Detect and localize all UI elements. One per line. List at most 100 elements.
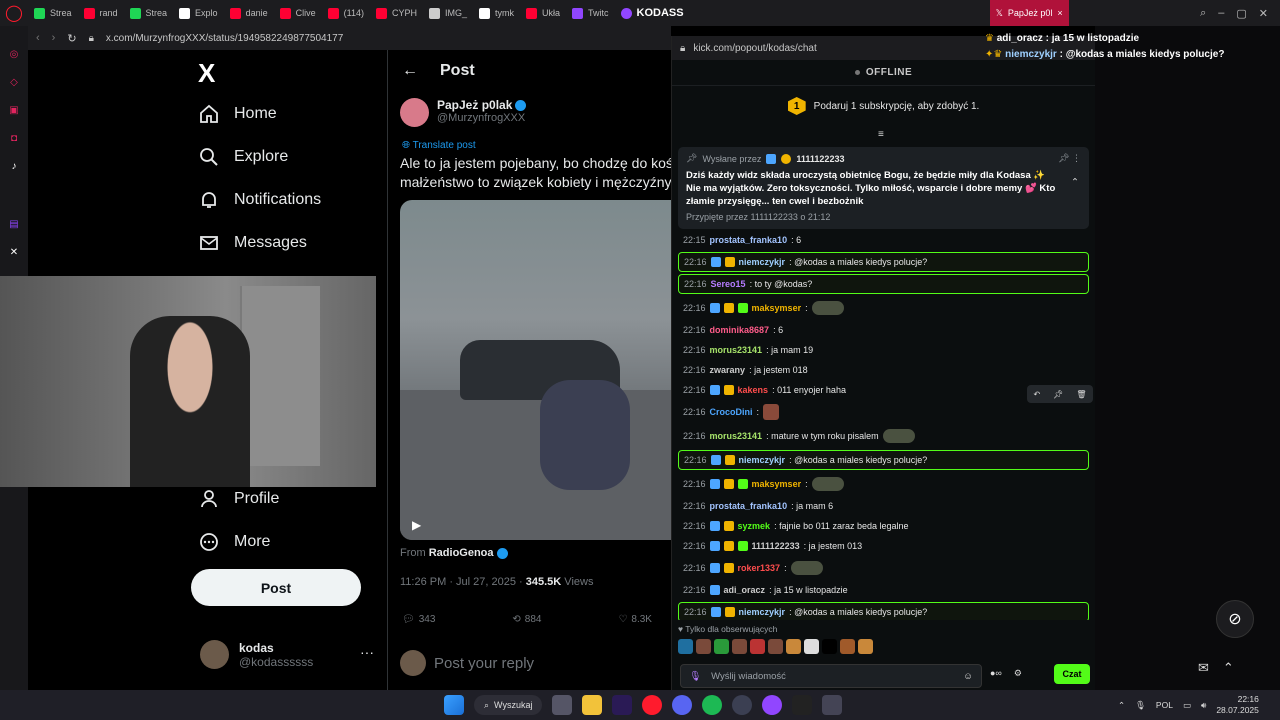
tray-up-icon[interactable]: ⌃	[1118, 700, 1125, 711]
settings-gear-icon[interactable]: ⚙	[1014, 668, 1022, 679]
browser-tab[interactable]: Explo	[173, 0, 224, 26]
chat-message[interactable]: 22:16 adi_oracz: ja 15 w listopadzie	[678, 580, 1089, 600]
emote-icon[interactable]	[714, 639, 729, 654]
instagram-icon[interactable]: ◘	[7, 132, 21, 146]
emote-icon[interactable]	[678, 639, 693, 654]
chat-message[interactable]: 22:16 Sereo15: to ty @kodas?	[678, 274, 1089, 294]
chat-input[interactable]: 🎙︎ Wyślij wiadomość ☺	[680, 664, 982, 688]
nav-explore[interactable]: Explore	[198, 146, 288, 168]
message-username[interactable]: maksymser	[752, 479, 802, 489]
chat-message[interactable]: 22:16 roker1337:	[678, 556, 1089, 580]
nav-home[interactable]: Home	[198, 103, 277, 125]
message-username[interactable]: niemczykjr	[739, 257, 786, 267]
file-explorer-icon[interactable]	[582, 695, 603, 715]
chat-message[interactable]: 22:16 maksymser:	[678, 472, 1089, 496]
forward-icon[interactable]: ›	[52, 32, 56, 44]
chat-message[interactable]: 22:16 1111122233: ja jestem 013	[678, 536, 1089, 556]
like-action[interactable]: ♡ 8.3K	[618, 614, 652, 625]
close-window-icon[interactable]: ✕	[1259, 7, 1268, 20]
message-username[interactable]: dominika8687	[710, 325, 770, 335]
collapse-pinned-icon[interactable]: ⌃	[1071, 177, 1079, 188]
post-button[interactable]: Post	[191, 569, 361, 606]
from-source[interactable]: RadioGenoa	[429, 547, 494, 559]
message-username[interactable]: morus23141	[710, 345, 763, 355]
browser-tab[interactable]: IMG_	[423, 0, 473, 26]
tab-active-post[interactable]: 𝕏 PapJeż p0l ×	[989, 0, 1069, 26]
search-icon[interactable]: ⌕	[1200, 7, 1206, 20]
browser-tab[interactable]: Clive	[274, 0, 322, 26]
tab-kodass[interactable]: KODASS	[615, 0, 690, 26]
message-username[interactable]: niemczykjr	[739, 455, 786, 465]
nav-profile[interactable]: Profile	[198, 488, 279, 510]
x-sidebar-icon[interactable]: ✕	[7, 246, 21, 260]
network-icon[interactable]: ▭	[1183, 700, 1191, 711]
author-avatar[interactable]	[400, 98, 429, 127]
message-username[interactable]: zwarany	[710, 365, 746, 375]
unpin-icon[interactable]: 📌︎ ⋮	[1058, 153, 1081, 164]
chat-message[interactable]: 22:16 dominika8687: 6	[678, 320, 1089, 340]
calculator-icon[interactable]	[822, 695, 843, 715]
compose-mail-icon[interactable]: ✉	[1198, 660, 1209, 676]
messenger-icon[interactable]: ◎	[7, 48, 21, 62]
minimize-icon[interactable]: –	[1218, 7, 1224, 20]
mic-icon[interactable]: 🎙︎	[689, 671, 701, 682]
twitch-icon[interactable]	[762, 695, 783, 715]
back-icon[interactable]: ‹	[36, 32, 40, 44]
post-author[interactable]: PapJeż p0lak @MurzynfrogXXX	[400, 98, 527, 127]
nav-more[interactable]: More	[198, 531, 270, 553]
browser-tab[interactable]: rand	[78, 0, 124, 26]
post-time[interactable]: 11:26 PM · Jul 27, 2025 ·	[400, 576, 526, 588]
opera-logo-icon[interactable]: ◯	[0, 0, 28, 26]
discord-icon[interactable]	[672, 695, 693, 715]
collapse-chevron-icon[interactable]: ≡	[878, 129, 884, 140]
chat-message[interactable]: 22:16 prostata_franka10: ja mam 6	[678, 496, 1089, 516]
close-icon[interactable]: ×	[1057, 8, 1062, 18]
task-view-icon[interactable]	[552, 695, 573, 715]
chat-message[interactable]: 22:16 niemczykjr: @kodas a miales kiedys …	[678, 602, 1089, 620]
reply-action[interactable]: 💬︎ 343	[402, 614, 435, 625]
message-username[interactable]: roker1337	[738, 563, 781, 573]
clock[interactable]: 22:16 28.07.2025	[1216, 694, 1259, 716]
post-video[interactable]: ▶	[400, 200, 672, 540]
maximize-icon[interactable]: ▢	[1236, 7, 1246, 20]
message-username[interactable]: prostata_franka10	[710, 235, 788, 245]
chat-message[interactable]: 22:16 morus23141: mature w tym roku pisal…	[678, 424, 1089, 448]
author-name[interactable]: PapJeż p0lak	[437, 98, 512, 112]
reply-icon[interactable]: ↶	[1033, 390, 1040, 399]
play-icon[interactable]: ▶	[412, 518, 421, 532]
bag-icon[interactable]: ◇	[7, 76, 21, 90]
chat-message[interactable]: 22:16 niemczykjr: @kodas a miales kiedys …	[678, 450, 1089, 470]
chat-message[interactable]: 22:15 prostata_franka10: 6	[678, 230, 1089, 250]
tiktok-icon[interactable]: ♪	[7, 160, 21, 174]
premiere-icon[interactable]	[612, 695, 633, 715]
reload-icon[interactable]: ↻	[67, 32, 76, 45]
pinned-user[interactable]: 1111122233	[796, 154, 844, 164]
reply-composer[interactable]: Post your reply	[400, 650, 534, 676]
chat-message[interactable]: 22:16 zwarany: ja jestem 018	[678, 360, 1089, 380]
expand-up-icon[interactable]: ⌃	[1223, 660, 1234, 676]
volume-icon[interactable]: 🔊︎	[1201, 700, 1206, 711]
message-username[interactable]: Sereo15	[711, 279, 746, 289]
x-logo[interactable]: X	[198, 58, 215, 89]
emote-icon[interactable]	[750, 639, 765, 654]
browser-tab[interactable]: (114)	[322, 0, 370, 26]
nav-notifications[interactable]: Notifications	[198, 189, 321, 211]
chat-input-placeholder[interactable]: Wyślij wiadomość	[711, 671, 786, 682]
capcut-icon[interactable]	[792, 695, 813, 715]
browser-tab[interactable]: Twitc	[566, 0, 615, 26]
send-chat-button[interactable]: Czat	[1054, 664, 1090, 684]
kick-url[interactable]: kick.com/popout/kodas/chat	[693, 43, 816, 54]
mic-icon[interactable]: 🎙︎	[1135, 700, 1146, 711]
browser-tab[interactable]: Ukła	[520, 0, 566, 26]
browser-tab[interactable]: CYPH	[370, 0, 423, 26]
translate-link[interactable]: 🌐︎ Translate post	[402, 140, 476, 151]
chat-message[interactable]: 22:16 syzmek: fajnie bo 011 zaraz beda le…	[678, 516, 1089, 536]
twitch-icon[interactable]: ▤	[7, 218, 21, 232]
language-indicator[interactable]: POL	[1156, 700, 1173, 710]
back-arrow-icon[interactable]: ←	[402, 62, 418, 80]
pin-icon[interactable]: 📌︎	[1053, 390, 1063, 399]
chat-message[interactable]: 22:16 maksymser:	[678, 296, 1089, 320]
points-icon[interactable]: ●∞	[990, 668, 1002, 679]
emote-icon[interactable]	[768, 639, 783, 654]
browser-tab[interactable]: tymk	[473, 0, 520, 26]
